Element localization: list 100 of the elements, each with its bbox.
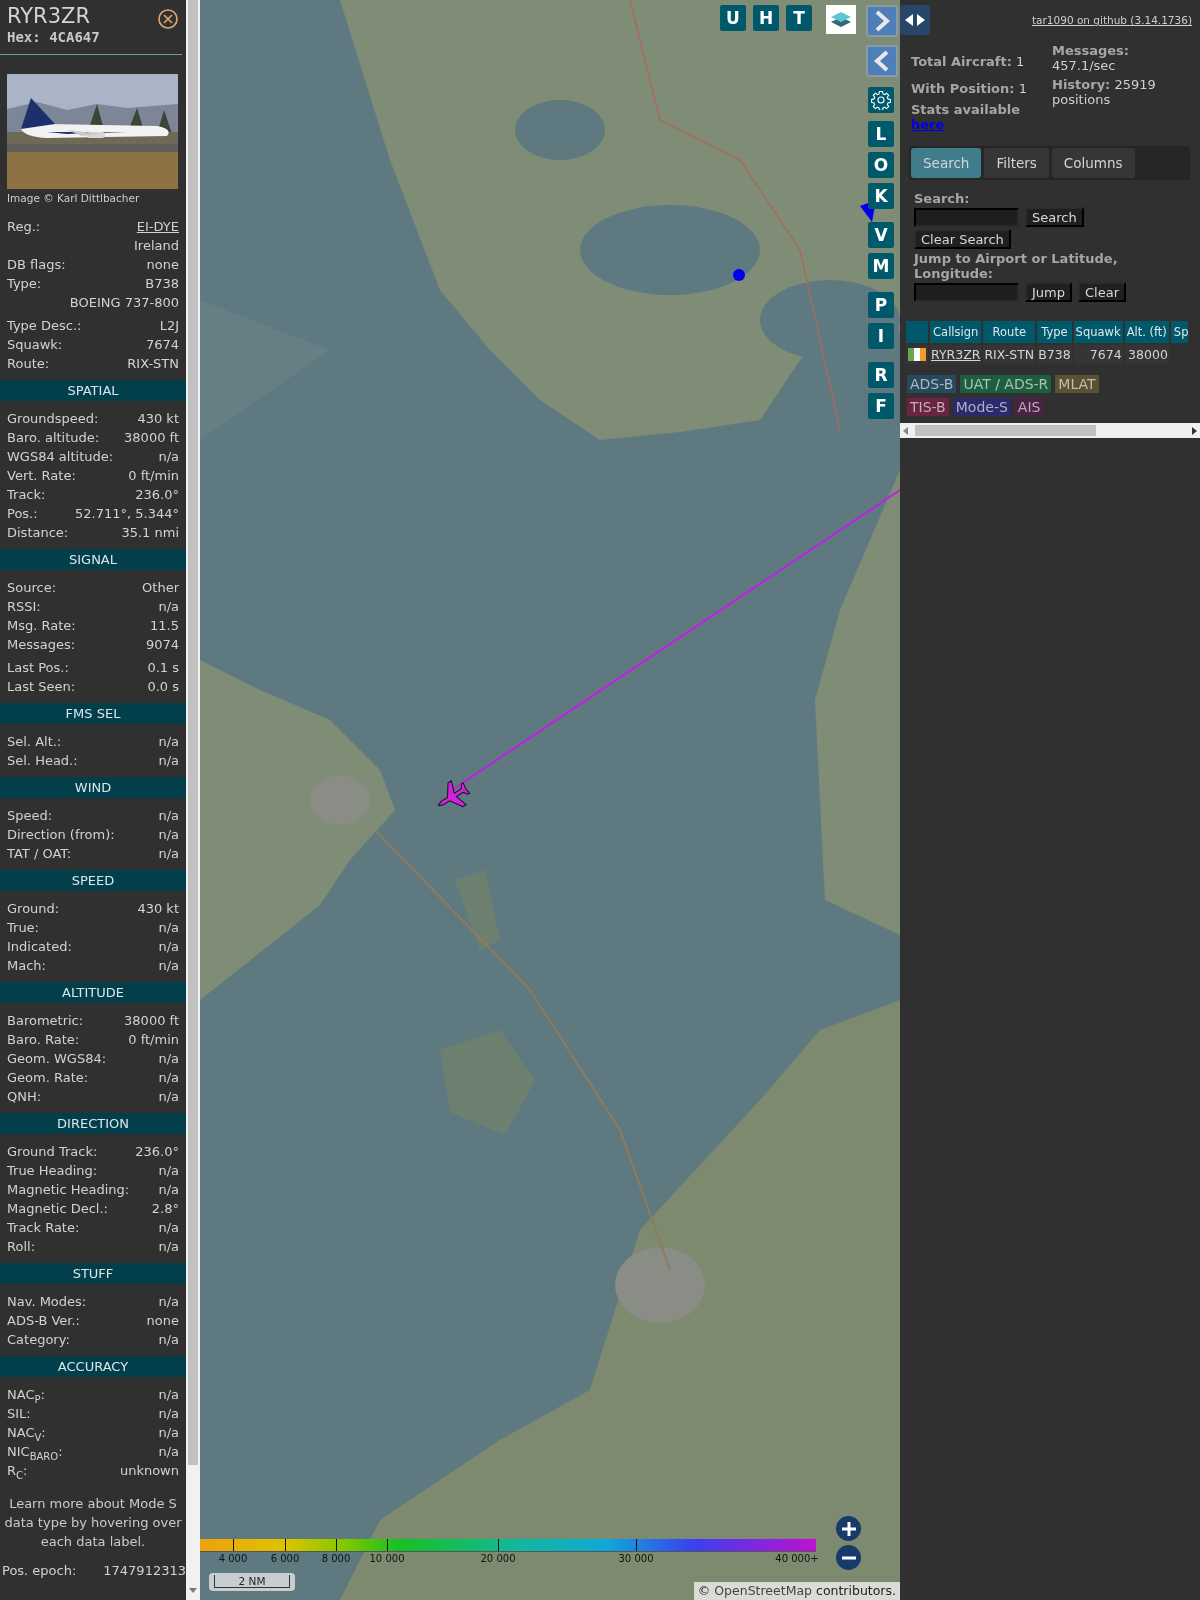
field-value: n/a (158, 733, 179, 751)
field-value: 9074 (145, 636, 179, 654)
chevron-right-icon[interactable] (874, 10, 890, 32)
scrollbar[interactable] (186, 0, 200, 1600)
stat-text: Total Aircraft: 1 (911, 54, 1026, 69)
field-label: Reg.: (7, 218, 41, 236)
map-toggle-button[interactable]: P (868, 292, 894, 318)
map-toggle-button[interactable]: U (720, 5, 746, 31)
field-value: n/a (158, 598, 179, 616)
clear-search-button[interactable]: Clear Search (914, 229, 1011, 249)
stat-text: With Position: 1 (911, 81, 1028, 96)
scroll-left-icon[interactable] (903, 427, 909, 435)
horizontal-scrollbar[interactable] (900, 423, 1200, 438)
registration-link[interactable]: EI-DYE (136, 219, 179, 234)
field-value: 52.711°, 5.344° (75, 505, 179, 523)
settings-button[interactable] (868, 87, 894, 113)
field-label: Indicated: (7, 938, 72, 956)
legend-label: 8 000 (321, 1553, 351, 1564)
section-header: SIGNAL (0, 549, 186, 570)
field-value: n/a (158, 1069, 179, 1087)
help-text: Learn more about Mode S data type by hovering over each data label. (3, 1495, 183, 1551)
chevron-left-icon[interactable] (874, 50, 890, 72)
table-cell: 7674 (1073, 345, 1123, 364)
search-field[interactable] (914, 207, 1019, 227)
field-label: RSSI: (7, 598, 41, 616)
field-label: Track Rate: (7, 1219, 80, 1237)
column-header[interactable]: Sp (1170, 321, 1189, 343)
field-value: n/a (158, 938, 179, 956)
aircraft-icon[interactable] (437, 780, 471, 808)
field-value: n/a (158, 1219, 179, 1237)
close-icon[interactable] (158, 9, 178, 29)
source-tag: MLAT (1055, 375, 1099, 393)
attribution-link[interactable]: OpenStreetMap (714, 1583, 813, 1598)
field-value: n/a (158, 1050, 179, 1068)
tab[interactable]: Filters (984, 148, 1049, 178)
source-tag: ADS-B (907, 375, 957, 393)
map-toggle-button[interactable]: K (868, 183, 894, 209)
table-cell: RIX-STN (983, 345, 1036, 364)
field-value: 430 kt (137, 410, 179, 428)
clear-button[interactable]: Clear (1078, 282, 1126, 302)
field-label: Magnetic Heading: (7, 1181, 130, 1199)
field-value: none (146, 256, 179, 274)
field-label: Distance: (7, 524, 69, 542)
field-value: 236.0° (135, 1143, 179, 1161)
field-value: n/a (158, 448, 179, 466)
field-value: unknown (119, 1462, 179, 1480)
field-value: n/a (158, 1088, 179, 1106)
field-label: Groundspeed: (7, 410, 99, 428)
search-button[interactable]: Search (1025, 207, 1084, 227)
field-label: R$_{C}$: (7, 1462, 28, 1480)
field-label: Direction (from): (7, 826, 115, 844)
field-label: Mach: (7, 957, 46, 975)
source-tag: AIS (1014, 398, 1044, 416)
callsign-title: RYR3ZR (7, 4, 90, 28)
column-header[interactable]: Callsign (930, 321, 982, 343)
scroll-down-icon[interactable] (189, 1588, 197, 1594)
field-label: Source: (7, 579, 57, 597)
aircraft-row[interactable]: RYR3ZR RIX-STN B738 7674 38000 (906, 345, 1189, 364)
callsign-link[interactable]: RYR3ZR (931, 347, 981, 362)
legend-label: 40 000+ (775, 1553, 819, 1564)
section-header: ACCURACY (0, 1356, 186, 1377)
field-value: n/a (158, 752, 179, 770)
map-toggle-button[interactable]: F (868, 393, 894, 419)
field-label: True: (7, 919, 39, 937)
column-header[interactable]: Type (1037, 321, 1072, 343)
field-label: Squawk: (7, 336, 63, 354)
column-header[interactable]: Route (983, 321, 1036, 343)
field-label: Pos.: (7, 505, 38, 523)
map-toggle-button[interactable]: R (868, 362, 894, 388)
panel-toggle-button[interactable] (900, 5, 930, 35)
map-toggle-button[interactable]: T (786, 5, 812, 31)
field-value: Other (142, 579, 179, 597)
left-right-arrows-icon[interactable] (904, 13, 926, 27)
field-value: n/a (158, 1424, 179, 1442)
map-toggle-button[interactable]: I (868, 323, 894, 349)
field-value: Ireland (134, 237, 179, 255)
section-header: WIND (0, 777, 186, 798)
map-toggle-button[interactable]: M (868, 253, 894, 279)
field-value: 35.1 nmi (121, 524, 179, 542)
field-label: Sel. Alt.: (7, 733, 62, 751)
field-label: Speed: (7, 807, 53, 825)
section-header: SPATIAL (0, 380, 186, 401)
field-value: n/a (158, 1443, 179, 1461)
scroll-right-icon[interactable] (1191, 427, 1197, 435)
map-toggle-button[interactable]: O (868, 152, 894, 178)
field-label: True Heading: (7, 1162, 98, 1180)
map-toggle-button[interactable]: V (868, 222, 894, 248)
field-label: Msg. Rate: (7, 617, 76, 635)
jump-button[interactable]: Jump (1025, 282, 1072, 302)
column-header[interactable]: Squawk (1073, 321, 1123, 343)
collapse-button[interactable] (866, 45, 898, 77)
section-header: SPEED (0, 870, 186, 891)
map-toggle-button[interactable]: L (868, 121, 894, 147)
column-header[interactable]: Alt. (ft) (1124, 321, 1169, 343)
map-toggle-button[interactable]: H (753, 5, 779, 31)
field-value: B738 (145, 275, 179, 293)
github-link[interactable]: tar1090 on github (3.14.1736) (1032, 14, 1192, 26)
tab[interactable]: Columns (1051, 148, 1135, 178)
stat-text: History: 25919 positions (1052, 77, 1157, 107)
location-field[interactable] (914, 282, 1019, 302)
